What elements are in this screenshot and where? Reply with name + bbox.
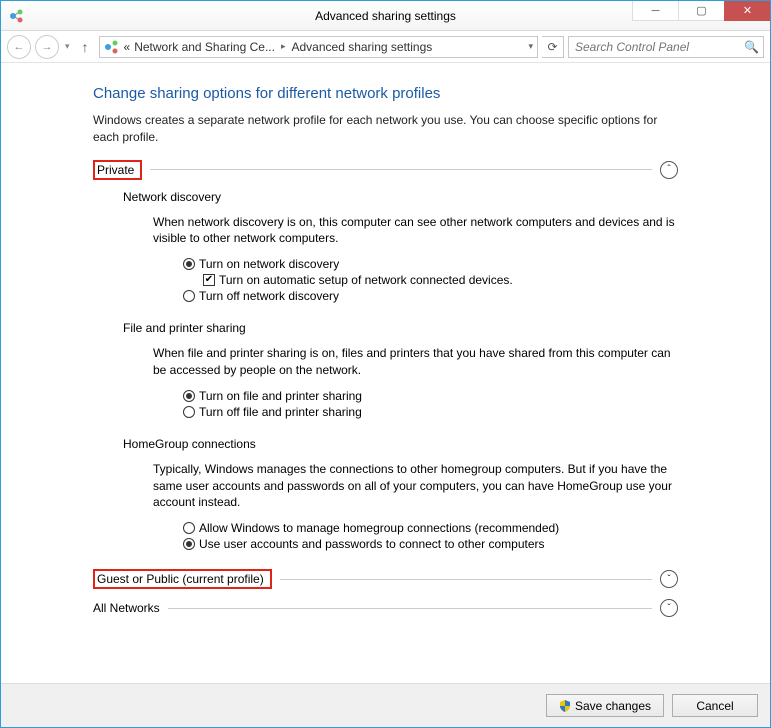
radio-turn-off-file-printer[interactable]: Turn off file and printer sharing: [183, 405, 678, 419]
forward-button[interactable]: →: [35, 35, 59, 59]
cancel-label: Cancel: [696, 699, 733, 713]
collapse-icon[interactable]: ˆ: [660, 161, 678, 179]
checkbox-label: Turn on automatic setup of network conne…: [219, 273, 513, 287]
footer: Save changes Cancel: [1, 683, 770, 727]
maximize-button[interactable]: ▢: [678, 1, 724, 21]
profile-private-header[interactable]: Private ˆ: [93, 160, 678, 180]
search-input[interactable]: [573, 39, 744, 55]
divider: [168, 608, 652, 609]
refresh-button[interactable]: ⟳: [542, 36, 564, 58]
radio-icon: [183, 406, 195, 418]
breadcrumb-prefix: «: [124, 40, 131, 54]
search-box[interactable]: 🔍: [568, 36, 764, 58]
profile-guest-public-header[interactable]: Guest or Public (current profile) ˇ: [93, 569, 678, 589]
profile-all-networks-label: All Networks: [93, 601, 160, 615]
radio-label: Allow Windows to manage homegroup connec…: [199, 521, 559, 535]
breadcrumb-part-2[interactable]: Advanced sharing settings: [292, 40, 433, 54]
homegroup-title: HomeGroup connections: [123, 437, 678, 451]
expand-icon[interactable]: ˇ: [660, 599, 678, 617]
checkbox-auto-setup-devices[interactable]: ✔ Turn on automatic setup of network con…: [203, 273, 678, 287]
profile-private-label: Private: [93, 160, 142, 180]
cancel-button[interactable]: Cancel: [672, 694, 758, 717]
search-icon[interactable]: 🔍: [744, 40, 759, 54]
radio-label: Use user accounts and passwords to conne…: [199, 537, 545, 551]
radio-label: Turn off network discovery: [199, 289, 339, 303]
address-dropdown-icon[interactable]: ▾: [528, 41, 533, 52]
radio-icon: [183, 258, 195, 270]
save-label: Save changes: [575, 699, 651, 713]
back-button[interactable]: ←: [7, 35, 31, 59]
close-button[interactable]: ✕: [724, 1, 770, 21]
radio-icon: [183, 290, 195, 302]
radio-label: Turn off file and printer sharing: [199, 405, 362, 419]
save-changes-button[interactable]: Save changes: [546, 694, 664, 717]
network-app-icon: [9, 8, 25, 24]
checkbox-icon: ✔: [203, 274, 215, 286]
network-path-icon: [104, 39, 120, 55]
radio-label: Turn on file and printer sharing: [199, 389, 362, 403]
radio-icon: [183, 522, 195, 534]
uac-shield-icon: [559, 700, 571, 712]
expand-icon[interactable]: ˇ: [660, 570, 678, 588]
page-description: Windows creates a separate network profi…: [93, 112, 678, 146]
section-homegroup: HomeGroup connections Typically, Windows…: [123, 437, 678, 551]
radio-turn-on-file-printer[interactable]: Turn on file and printer sharing: [183, 389, 678, 403]
radio-icon: [183, 538, 195, 550]
window-controls: ─ ▢ ✕: [632, 1, 770, 21]
radio-homegroup-allow-windows[interactable]: Allow Windows to manage homegroup connec…: [183, 521, 678, 535]
radio-turn-off-network-discovery[interactable]: Turn off network discovery: [183, 289, 678, 303]
breadcrumb-separator-icon[interactable]: ▸: [281, 41, 286, 52]
radio-label: Turn on network discovery: [199, 257, 339, 271]
network-discovery-desc: When network discovery is on, this compu…: [153, 214, 678, 248]
section-network-discovery: Network discovery When network discovery…: [123, 190, 678, 304]
divider: [280, 579, 652, 580]
section-file-printer-sharing: File and printer sharing When file and p…: [123, 321, 678, 419]
divider: [150, 169, 652, 170]
radio-turn-on-network-discovery[interactable]: Turn on network discovery: [183, 257, 678, 271]
address-bar[interactable]: « Network and Sharing Ce... ▸ Advanced s…: [99, 36, 538, 58]
toolbar: ← → ▾ ↑ « Network and Sharing Ce... ▸ Ad…: [1, 31, 770, 63]
minimize-button[interactable]: ─: [632, 1, 678, 21]
profile-guest-public-label: Guest or Public (current profile): [93, 569, 272, 589]
radio-icon: [183, 390, 195, 402]
page-heading: Change sharing options for different net…: [93, 85, 678, 102]
profile-all-networks-header[interactable]: All Networks ˇ: [93, 599, 678, 617]
network-discovery-title: Network discovery: [123, 190, 678, 204]
history-dropdown-icon[interactable]: ▾: [63, 41, 72, 52]
breadcrumb-part-1[interactable]: Network and Sharing Ce...: [134, 40, 275, 54]
radio-homegroup-user-accounts[interactable]: Use user accounts and passwords to conne…: [183, 537, 678, 551]
content-area: Change sharing options for different net…: [1, 63, 770, 683]
title-bar: Advanced sharing settings ─ ▢ ✕: [1, 1, 770, 31]
file-printer-desc: When file and printer sharing is on, fil…: [153, 345, 678, 379]
homegroup-desc: Typically, Windows manages the connectio…: [153, 461, 678, 511]
up-button[interactable]: ↑: [76, 39, 95, 55]
window-title: Advanced sharing settings: [315, 9, 456, 23]
file-printer-title: File and printer sharing: [123, 321, 678, 335]
